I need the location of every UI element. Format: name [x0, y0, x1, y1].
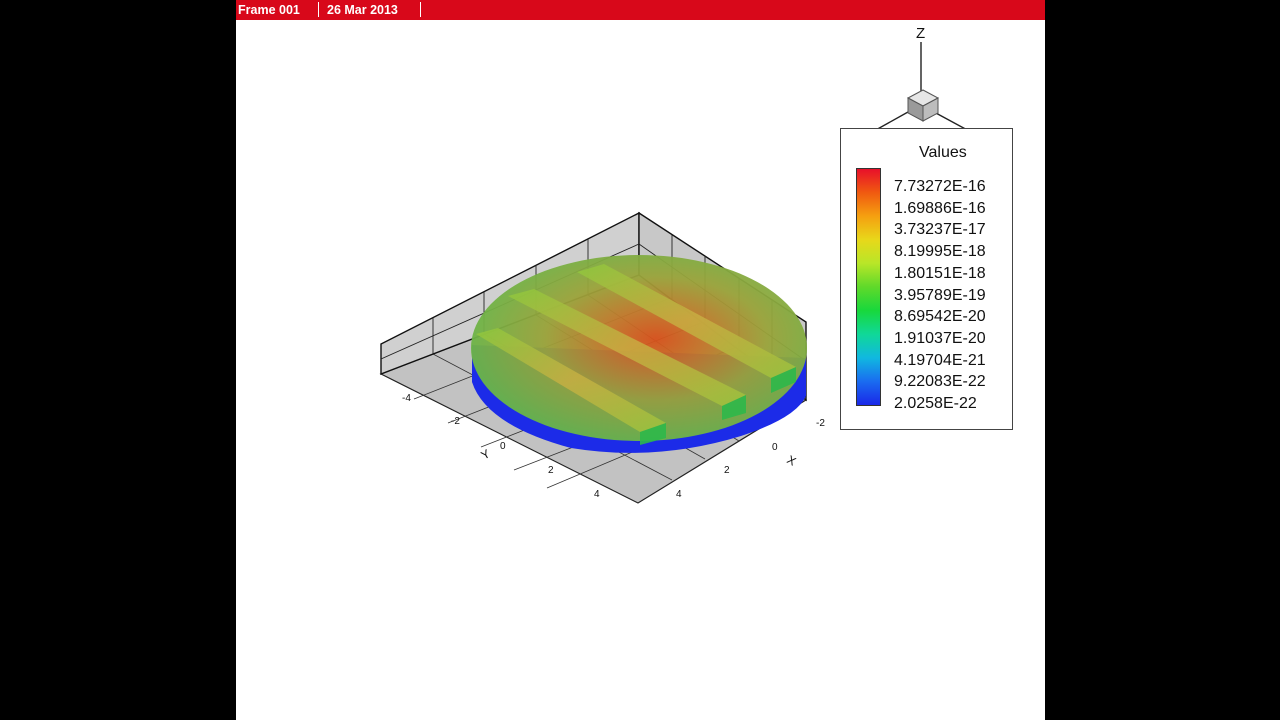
right-edge-strip	[1041, 0, 1045, 720]
legend-value-label: 1.91037E-20	[894, 329, 986, 347]
svg-text:-2: -2	[816, 418, 825, 429]
y-axis-label: Y	[479, 446, 493, 462]
svg-text:0: 0	[500, 441, 506, 452]
legend-value-label: 7.73272E-16	[894, 178, 986, 195]
legend-value-label: 3.95789E-19	[894, 286, 986, 304]
legend-value-label: 9.22083E-22	[894, 373, 986, 391]
x-axis-label: X	[785, 452, 799, 468]
legend-value-label: 8.19995E-18	[894, 243, 986, 261]
svg-text:2: 2	[724, 465, 730, 476]
svg-text:4: 4	[594, 489, 600, 500]
legend-value-label: 2.0258E-22	[894, 395, 977, 412]
svg-text:-2: -2	[451, 416, 460, 427]
legend-value-label: 4.19704E-21	[894, 351, 986, 369]
legend-value-label: 1.69886E-16	[894, 199, 986, 217]
legend-title: Values	[919, 144, 967, 161]
svg-text:0: 0	[772, 442, 778, 453]
svg-text:2: 2	[548, 465, 554, 476]
plot-frame: Frame 001 26 Mar 2013 -4 -2 0 2 4 -2 0 2…	[236, 0, 1045, 720]
legend-value-label: 8.69542E-20	[894, 308, 986, 326]
legend-value-label: 1.80151E-18	[894, 264, 986, 282]
legend-value-label: 3.73237E-17	[894, 221, 986, 239]
triad-z-label: Z	[916, 25, 925, 42]
svg-text:4: 4	[676, 489, 682, 500]
legend-colorbar	[856, 168, 881, 406]
svg-text:-4: -4	[402, 393, 411, 404]
